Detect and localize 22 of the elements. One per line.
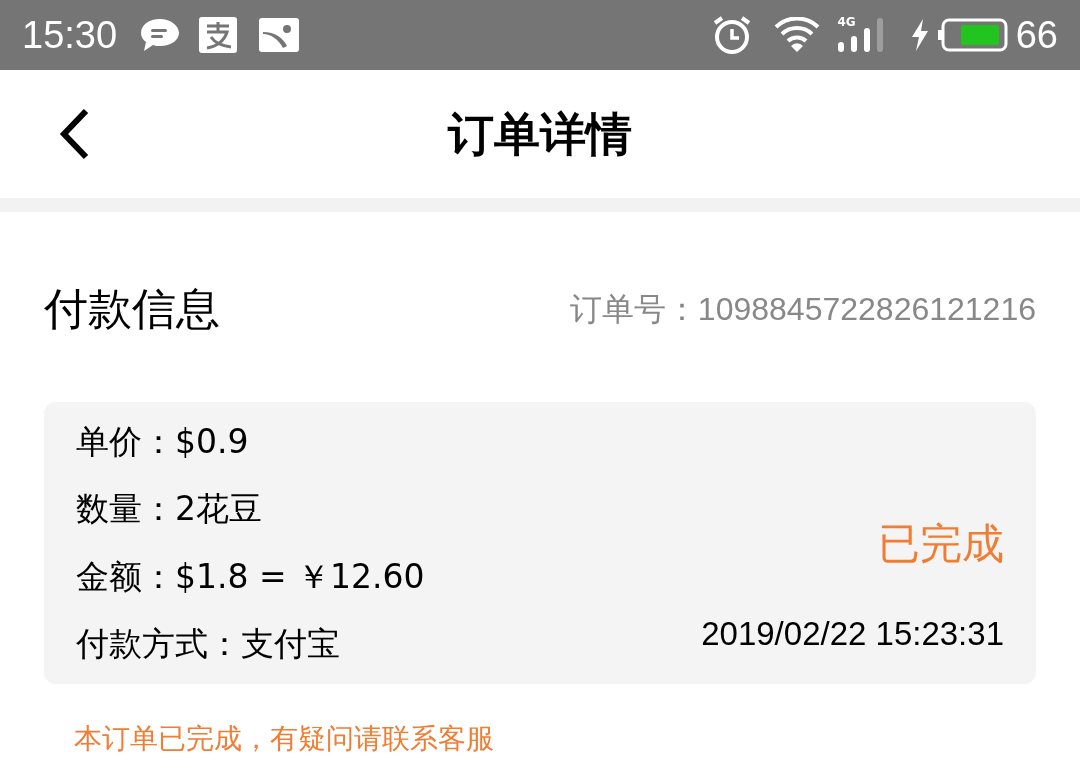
payment-app-icon bbox=[199, 17, 238, 53]
payment-datetime: 2019/02/22 15:23:31 bbox=[701, 613, 1004, 654]
status-time: 15:30 bbox=[22, 12, 118, 58]
order-status: 已完成 bbox=[878, 517, 1004, 570]
wifi-icon bbox=[773, 17, 820, 53]
detail-line: 数量：2花豆 bbox=[76, 489, 263, 530]
battery-percent: 66 bbox=[1015, 12, 1058, 58]
battery-icon bbox=[937, 18, 1008, 52]
page-title: 订单详情 bbox=[448, 105, 632, 163]
detail-line: 金额：$1.8 = ￥12.60 bbox=[76, 556, 425, 597]
section-title: 付款信息 bbox=[44, 282, 220, 336]
network-type: 4G bbox=[837, 16, 856, 28]
chat-icon bbox=[139, 17, 182, 53]
back-icon bbox=[59, 108, 89, 160]
alarm-icon bbox=[711, 15, 752, 55]
image-icon bbox=[259, 18, 300, 52]
signal-icon bbox=[837, 18, 884, 52]
detail-line: 付款方式：支付宝 bbox=[76, 624, 341, 664]
detail-line: 单价：$0.9 bbox=[76, 422, 250, 462]
charging-icon bbox=[909, 19, 930, 51]
notice-text: 本订单已完成，有疑问请联系客服 bbox=[74, 721, 495, 757]
order-number: 订单号：1098845722826121216 bbox=[569, 290, 1036, 329]
